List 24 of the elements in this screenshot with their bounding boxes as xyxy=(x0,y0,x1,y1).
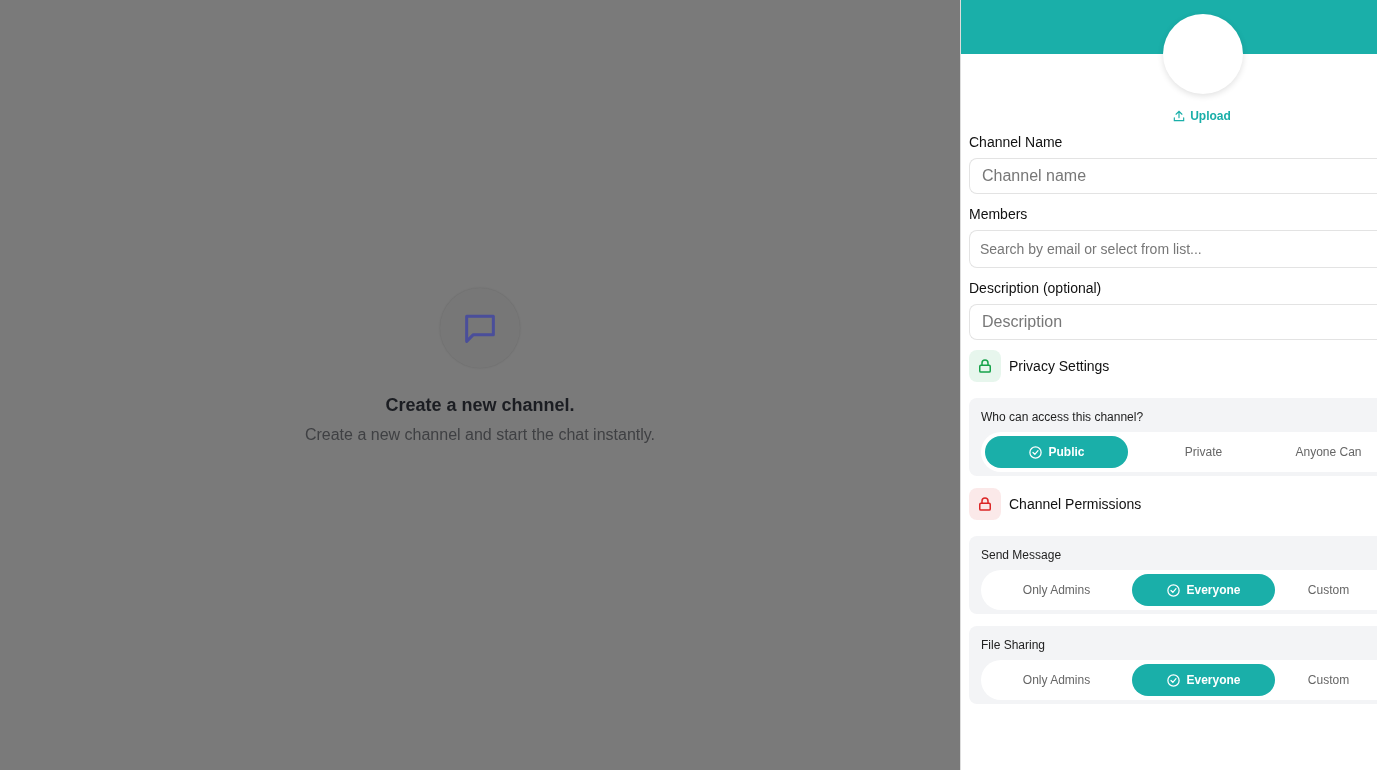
field-label: Description (optional) xyxy=(969,279,1103,296)
upload-icon xyxy=(1172,109,1187,123)
field-label: Channel Name xyxy=(969,133,1064,150)
option-question: File Sharing xyxy=(981,638,1047,652)
section-title: Channel Permissions xyxy=(1009,496,1142,512)
check-circle-icon xyxy=(1028,444,1044,460)
segment-option[interactable]: Only Admins xyxy=(985,664,1128,696)
segment-option[interactable]: Custom xyxy=(1279,574,1377,606)
input-field[interactable]: Channel name xyxy=(969,158,1377,194)
avatar-placeholder[interactable] xyxy=(1163,14,1243,94)
field-label: Members xyxy=(969,205,1029,222)
segment-option[interactable]: Only Admins xyxy=(985,574,1128,606)
check-circle-icon xyxy=(1166,672,1182,688)
input-field[interactable]: Search by email or select from list... xyxy=(969,230,1377,268)
option-question: Who can access this channel? xyxy=(981,410,1145,424)
empty-subtitle: Create a new channel and start the chat instantly. xyxy=(304,426,656,444)
option-question: Send Message xyxy=(981,548,1063,562)
check-circle-icon xyxy=(1166,582,1182,598)
segment-option[interactable]: Anyone Can xyxy=(1279,436,1377,468)
input-field[interactable]: Description xyxy=(969,304,1377,340)
segment-option[interactable]: Private xyxy=(1132,436,1275,468)
section-title: Privacy Settings xyxy=(1009,358,1110,374)
empty-title: Create a new channel. xyxy=(385,395,575,416)
segment-option[interactable]: Custom xyxy=(1279,664,1377,696)
